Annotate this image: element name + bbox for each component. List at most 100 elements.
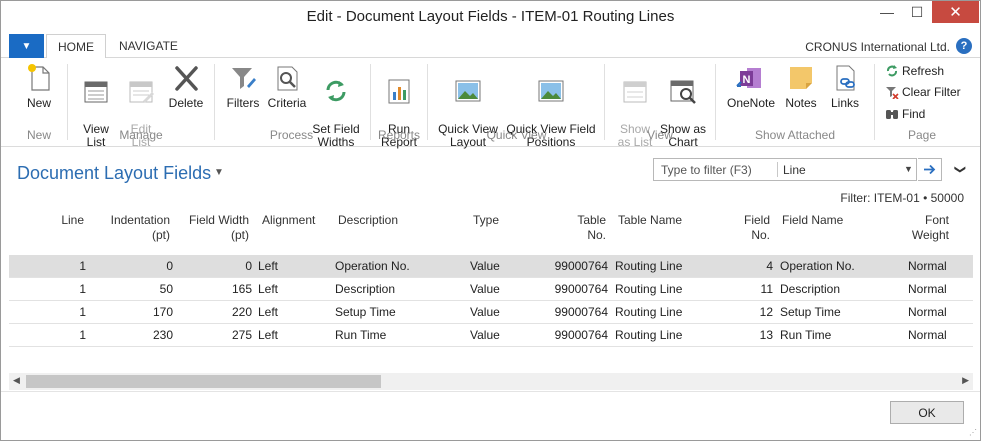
column-header-description[interactable]: Description (338, 213, 458, 228)
collapse-header-icon[interactable]: ❯ (954, 165, 967, 174)
cell-type[interactable]: Value (470, 328, 500, 342)
cell-description[interactable]: Description (335, 282, 395, 296)
table-row[interactable]: 1 230 275 Left Run Time Value 99000764 R… (9, 324, 973, 347)
cell-font-weight[interactable]: Normal (908, 259, 947, 273)
group-label-process: Process (269, 128, 314, 142)
cell-field-no[interactable]: 4 (729, 259, 773, 273)
notes-button[interactable]: Notes (781, 62, 821, 110)
chevron-down-icon[interactable]: ▼ (214, 167, 224, 178)
cell-field-width[interactable]: 220 (184, 305, 252, 319)
column-header-field-name[interactable]: Field Name (782, 213, 892, 228)
chevron-down-icon[interactable]: ▼ (904, 164, 913, 174)
ribbon-separator (214, 64, 215, 140)
app-menu-button[interactable]: ▼ (9, 34, 44, 58)
cell-description[interactable]: Setup Time (335, 305, 396, 319)
cell-table-name[interactable]: Routing Line (615, 305, 682, 319)
column-header-table-name[interactable]: Table Name (618, 213, 718, 228)
cell-type[interactable]: Value (470, 282, 500, 296)
close-button[interactable]: ✕ (932, 1, 979, 23)
criteria-button[interactable]: Criteria (265, 62, 309, 110)
tab-navigate[interactable]: NAVIGATE (108, 34, 189, 59)
resize-grip-icon[interactable]: ⋰ (969, 428, 977, 437)
clear-filter-button[interactable]: Clear Filter (885, 85, 961, 99)
cell-indentation[interactable]: 230 (104, 328, 173, 342)
minimize-button[interactable]: — (872, 1, 902, 23)
onenote-button[interactable]: N OneNote (725, 62, 777, 110)
cell-field-name[interactable]: Setup Time (780, 305, 841, 319)
cell-indentation[interactable]: 170 (104, 305, 173, 319)
column-header-line[interactable]: Line (49, 213, 84, 228)
help-icon[interactable]: ? (956, 38, 972, 54)
cell-font-weight[interactable]: Normal (908, 282, 947, 296)
find-button[interactable]: Find (885, 107, 925, 121)
notes-label: Notes (785, 96, 817, 110)
cell-line[interactable]: 1 (49, 305, 86, 319)
table-row[interactable]: 1 50 165 Left Description Value 99000764… (9, 278, 973, 301)
cell-table-no[interactable]: 99000764 (539, 259, 608, 273)
cell-line[interactable]: 1 (49, 328, 86, 342)
cell-table-name[interactable]: Routing Line (615, 328, 682, 342)
clear-filter-icon (886, 87, 899, 99)
maximize-button[interactable]: ☐ (902, 1, 932, 23)
search-input[interactable]: Type to filter (F3) (661, 163, 752, 177)
column-header-type[interactable]: Type (473, 213, 533, 228)
criteria-magnifier-icon (277, 66, 298, 91)
ok-button[interactable]: OK (890, 401, 964, 424)
cell-field-no[interactable]: 11 (729, 282, 773, 296)
column-header-field-width[interactable]: Field Width (pt) (184, 213, 249, 243)
cell-line[interactable]: 1 (49, 259, 86, 273)
refresh-button[interactable]: Refresh (885, 64, 944, 78)
cell-field-name[interactable]: Run Time (780, 328, 831, 342)
scroll-left-icon[interactable]: ◀ (13, 375, 20, 386)
cell-field-width[interactable]: 165 (184, 282, 252, 296)
cell-type[interactable]: Value (470, 259, 500, 273)
cell-alignment[interactable]: Left (258, 282, 278, 296)
filters-button[interactable]: Filters (221, 62, 265, 110)
links-button[interactable]: Links (825, 62, 865, 110)
cell-field-width[interactable]: 0 (184, 259, 252, 273)
cell-table-no[interactable]: 99000764 (539, 305, 608, 319)
cell-field-no[interactable]: 12 (729, 305, 773, 319)
table-row[interactable]: 1 0 0 Left Operation No. Value 99000764 … (9, 255, 973, 278)
scrollbar-thumb[interactable] (26, 375, 381, 388)
table-row[interactable]: 1 170 220 Left Setup Time Value 99000764… (9, 301, 973, 324)
column-header-alignment[interactable]: Alignment (262, 213, 337, 228)
cell-font-weight[interactable]: Normal (908, 328, 947, 342)
cell-indentation[interactable]: 50 (104, 282, 173, 296)
cell-table-name[interactable]: Routing Line (615, 282, 682, 296)
cell-table-name[interactable]: Routing Line (615, 259, 682, 273)
cell-description[interactable]: Run Time (335, 328, 386, 342)
refresh-label: Refresh (902, 64, 945, 78)
ribbon: New New View List Edit List Delete Manag… (1, 58, 980, 149)
cell-line[interactable]: 1 (49, 282, 86, 296)
column-header-indentation[interactable]: Indentation (pt) (104, 213, 170, 243)
tab-home[interactable]: HOME (46, 34, 106, 59)
new-button[interactable]: New (17, 62, 61, 110)
cell-table-no[interactable]: 99000764 (539, 282, 608, 296)
new-document-icon (28, 64, 50, 91)
cell-alignment[interactable]: Left (258, 328, 278, 342)
cell-table-no[interactable]: 99000764 (539, 328, 608, 342)
group-label-manage: Manage (119, 128, 163, 142)
cell-field-no[interactable]: 13 (729, 328, 773, 342)
chart-magnifier-icon (670, 80, 696, 104)
apply-filter-button[interactable] (918, 158, 942, 181)
cell-field-name[interactable]: Description (780, 282, 840, 296)
column-header-font-weight[interactable]: Font Weight (894, 213, 949, 243)
cell-description[interactable]: Operation No. (335, 259, 410, 273)
cell-field-width[interactable]: 275 (184, 328, 252, 342)
filter-field-select[interactable]: Line (783, 163, 806, 177)
column-header-field-no[interactable]: Field No. (729, 213, 770, 243)
cell-alignment[interactable]: Left (258, 305, 278, 319)
scroll-right-icon[interactable]: ▶ (962, 375, 969, 386)
filter-funnel-icon (232, 68, 256, 89)
cell-alignment[interactable]: Left (258, 259, 278, 273)
page-title[interactable]: Document Layout Fields (17, 163, 211, 184)
horizontal-scrollbar[interactable]: ◀ ▶ (9, 373, 973, 390)
cell-type[interactable]: Value (470, 305, 500, 319)
delete-button[interactable]: Delete (164, 62, 208, 110)
column-header-table-no[interactable]: Table No. (549, 213, 606, 243)
cell-field-name[interactable]: Operation No. (780, 259, 855, 273)
cell-indentation[interactable]: 0 (104, 259, 173, 273)
cell-font-weight[interactable]: Normal (908, 305, 947, 319)
